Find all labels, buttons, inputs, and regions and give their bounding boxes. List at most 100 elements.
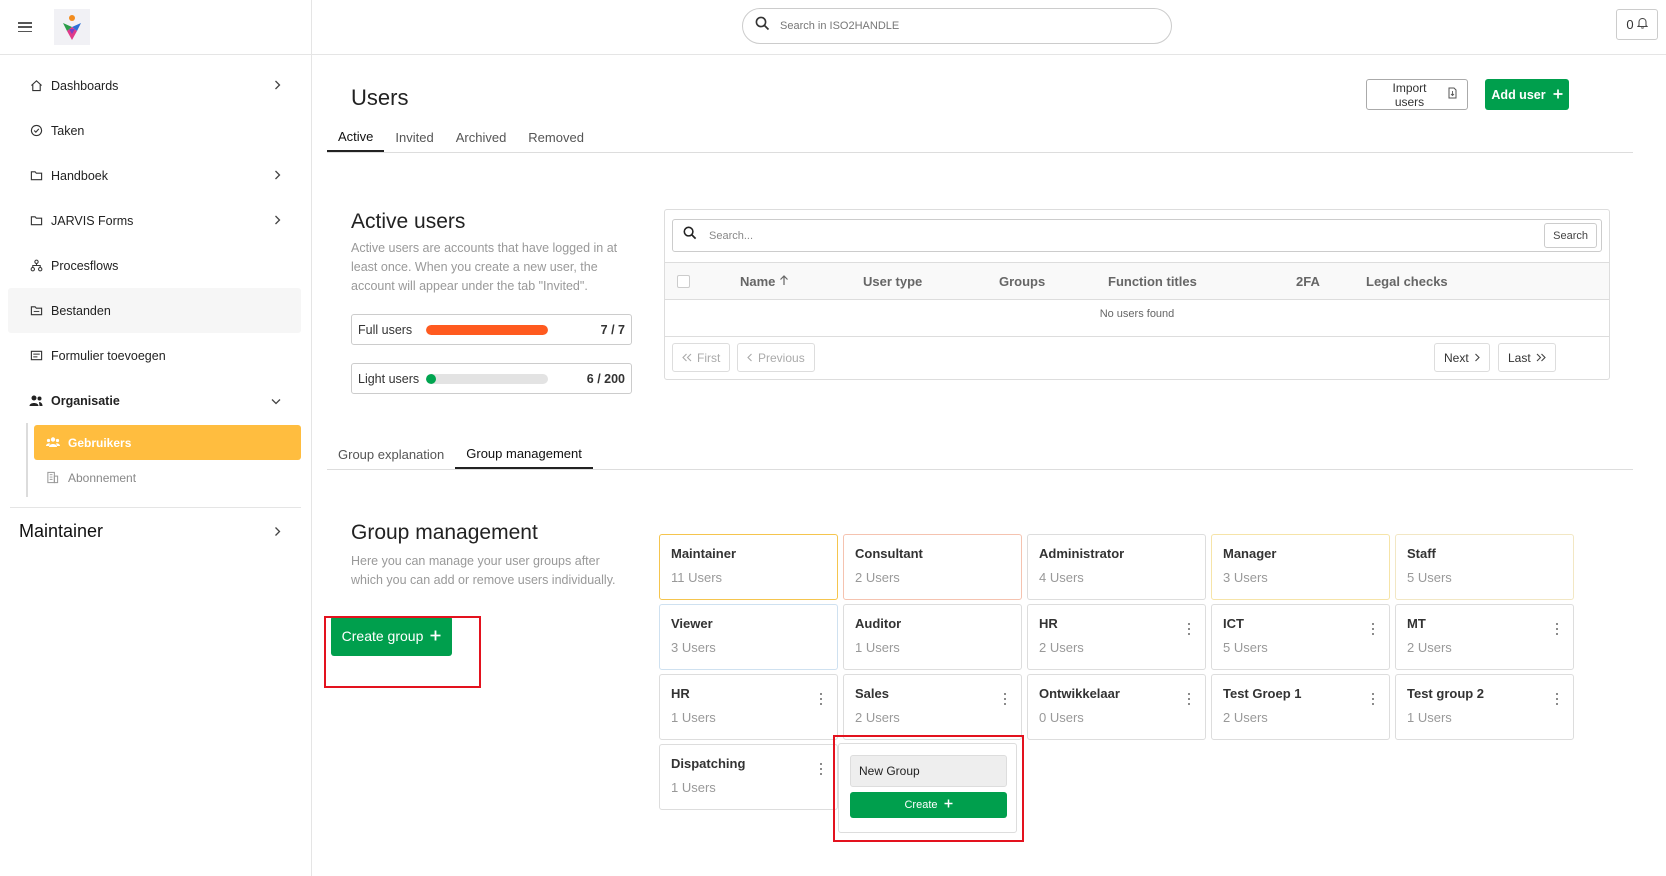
tab-invited[interactable]: Invited: [384, 122, 444, 152]
plus-icon: [430, 628, 441, 644]
group-user-count: 2 Users: [1223, 710, 1268, 725]
first-page-button[interactable]: First: [672, 343, 731, 372]
group-card[interactable]: Administrator 4 Users: [1027, 534, 1206, 600]
kebab-menu-icon[interactable]: [1556, 623, 1559, 635]
group-user-count: 11 Users: [671, 570, 723, 585]
sidebar-item-gebruikers[interactable]: Gebruikers: [34, 425, 301, 460]
column-header-2fa[interactable]: 2FA: [1296, 274, 1320, 289]
sidebar-item-organisatie[interactable]: Organisatie: [8, 378, 301, 423]
sidebar-item-maintainer[interactable]: Maintainer: [0, 508, 311, 554]
select-all-checkbox[interactable]: [677, 275, 690, 288]
tab-archived[interactable]: Archived: [445, 122, 518, 152]
table-search-input[interactable]: [709, 229, 1545, 242]
sidebar-item-handboek[interactable]: Handboek: [8, 153, 301, 198]
create-group-button[interactable]: Create group: [331, 616, 452, 656]
new-group-create-button[interactable]: Create: [850, 792, 1007, 818]
group-name: Test group 2: [1407, 686, 1485, 701]
group-card[interactable]: Maintainer 11 Users: [659, 534, 838, 600]
sidebar-item-procesflows[interactable]: Procesflows: [8, 243, 301, 288]
group-card[interactable]: Staff 5 Users: [1395, 534, 1574, 600]
tab-removed[interactable]: Removed: [517, 122, 595, 152]
import-users-button[interactable]: Import users: [1366, 79, 1468, 110]
light-users-bar: [426, 373, 548, 384]
group-card[interactable]: Dispatching 1 Users: [659, 744, 838, 810]
group-card[interactable]: Manager 3 Users: [1211, 534, 1390, 600]
table-search: Search: [672, 219, 1602, 252]
kebab-menu-icon[interactable]: [1372, 623, 1375, 635]
column-header-user-type[interactable]: User type: [863, 274, 922, 289]
sidebar-item-dashboards[interactable]: Dashboards: [8, 63, 301, 108]
column-header-legal-checks[interactable]: Legal checks: [1366, 274, 1448, 289]
sidebar-item-label: Organisatie: [51, 393, 120, 408]
users-icon: [29, 394, 43, 408]
chevron-right-icon: [274, 214, 281, 228]
group-card[interactable]: HR 2 Users: [1027, 604, 1206, 670]
pagination: First Previous Next Last: [665, 336, 1609, 380]
group-management-description: Here you can manage your user groups aft…: [351, 554, 616, 587]
kebab-menu-icon[interactable]: [820, 693, 823, 705]
sidebar-item-jarvis-forms[interactable]: JARVIS Forms: [8, 198, 301, 243]
sidebar: Dashboards Taken Handboek JARVIS Forms P…: [0, 0, 312, 876]
group-user-count: 3 Users: [1223, 570, 1268, 585]
kebab-menu-icon[interactable]: [1188, 623, 1191, 635]
group-card[interactable]: Consultant 2 Users: [843, 534, 1022, 600]
group-card[interactable]: Test group 2 1 Users: [1395, 674, 1574, 740]
group-name: Dispatching: [671, 756, 746, 771]
building-icon: [46, 471, 60, 485]
kebab-menu-icon[interactable]: [820, 763, 823, 775]
next-page-button[interactable]: Next: [1434, 343, 1490, 372]
tab-group-management[interactable]: Group management: [455, 439, 593, 469]
group-card[interactable]: HR 1 Users: [659, 674, 838, 740]
column-header-function-titles[interactable]: Function titles: [1108, 274, 1197, 289]
full-users-value: 7 / 7: [600, 322, 625, 337]
sidebar-item-formulier-toevoegen[interactable]: Formulier toevoegen: [8, 333, 301, 378]
group-card[interactable]: Sales 2 Users: [843, 674, 1022, 740]
group-card[interactable]: Test Groep 1 2 Users: [1211, 674, 1390, 740]
full-users-quota: Full users 7 / 7: [351, 314, 632, 345]
group-name: Maintainer: [671, 546, 737, 561]
kebab-menu-icon[interactable]: [1188, 693, 1191, 705]
tab-active[interactable]: Active: [327, 122, 385, 152]
create-group-label: Create group: [341, 628, 424, 644]
notifications-button[interactable]: 0: [1616, 9, 1658, 40]
column-header-groups[interactable]: Groups: [999, 274, 1045, 289]
sidebar-item-abonnement[interactable]: Abonnement: [34, 460, 301, 495]
group-name: Sales: [855, 686, 889, 701]
last-page-button[interactable]: Last: [1498, 343, 1556, 372]
flow-icon: [29, 259, 43, 273]
group-card[interactable]: MT 2 Users: [1395, 604, 1574, 670]
group-card[interactable]: Ontwikkelaar 0 Users: [1027, 674, 1206, 740]
group-name: Staff: [1407, 546, 1436, 561]
kebab-menu-icon[interactable]: [1556, 693, 1559, 705]
new-group-name-input[interactable]: [850, 755, 1007, 787]
global-search-input[interactable]: [780, 20, 1140, 32]
active-users-title: Active users: [351, 210, 466, 233]
home-icon: [29, 79, 43, 93]
sidebar-item-taken[interactable]: Taken: [8, 108, 301, 153]
files-icon: [29, 304, 43, 318]
kebab-menu-icon[interactable]: [1004, 693, 1007, 705]
light-users-bar-fill: [426, 373, 436, 384]
chevron-right-icon: [274, 169, 281, 183]
light-users-value: 6 / 200: [586, 371, 625, 386]
column-header-name[interactable]: Name: [740, 274, 789, 289]
notifications-count: 0: [1626, 17, 1634, 32]
tab-group-explanation[interactable]: Group explanation: [327, 439, 455, 469]
table-search-button[interactable]: Search: [1544, 223, 1597, 248]
check-circle-icon: [29, 124, 43, 138]
sidebar-item-bestanden[interactable]: Bestanden: [8, 288, 301, 333]
group-card[interactable]: ICT 5 Users: [1211, 604, 1390, 670]
previous-page-button[interactable]: Previous: [737, 343, 815, 372]
group-card[interactable]: Viewer 3 Users: [659, 604, 838, 670]
app-logo[interactable]: [54, 9, 90, 45]
hamburger-menu-icon[interactable]: [18, 22, 32, 32]
group-name: Test Groep 1: [1223, 686, 1302, 701]
kebab-menu-icon[interactable]: [1372, 693, 1375, 705]
search-icon: [683, 226, 697, 245]
group-card[interactable]: Auditor 1 Users: [843, 604, 1022, 670]
add-user-button[interactable]: Add user: [1485, 79, 1569, 110]
user-status-tabs: Active Invited Archived Removed: [327, 122, 1633, 153]
plus-icon: [944, 799, 953, 811]
chevron-right-icon: [1474, 353, 1480, 362]
sidebar-nav: Dashboards Taken Handboek JARVIS Forms P…: [0, 55, 311, 554]
